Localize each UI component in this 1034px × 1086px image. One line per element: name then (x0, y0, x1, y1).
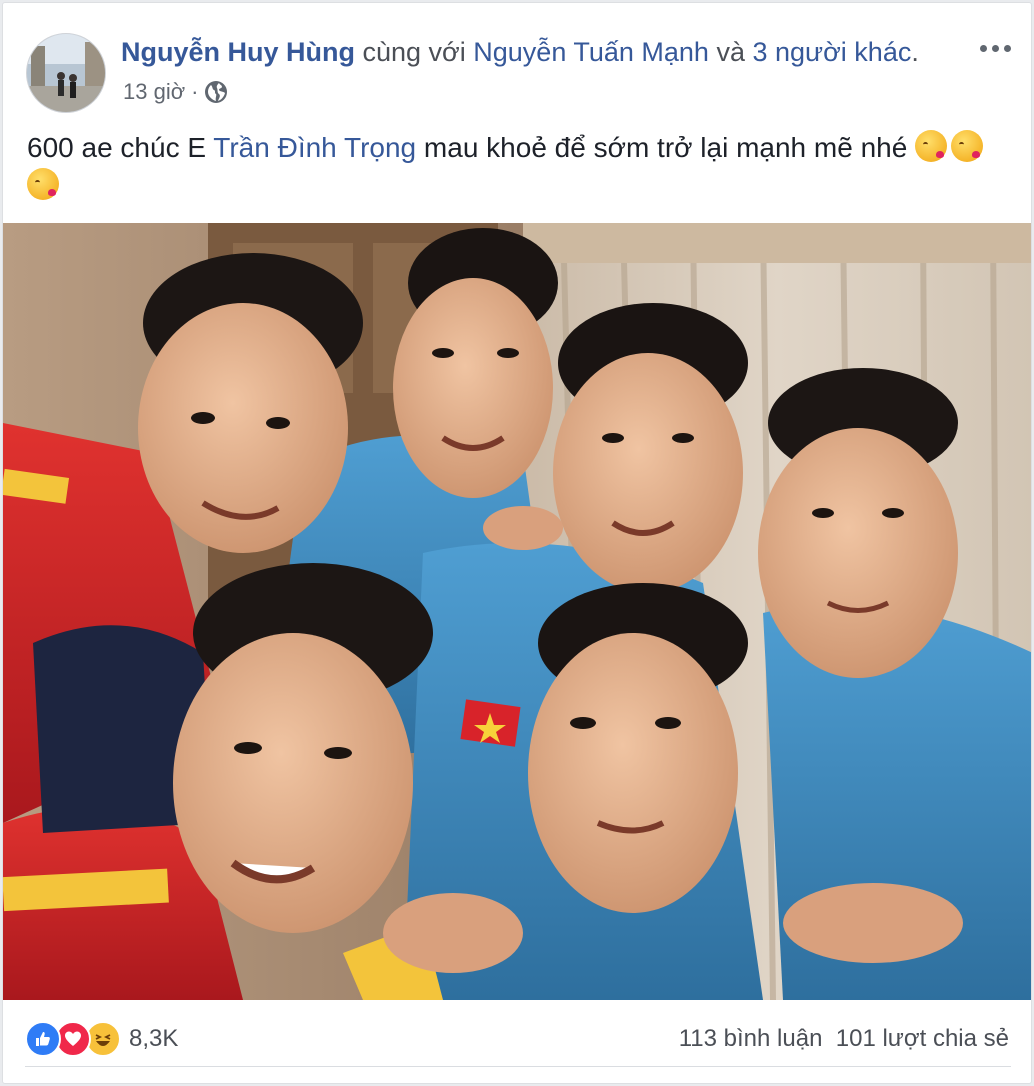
meta-separator: · (191, 79, 199, 104)
post-header: Nguyễn Huy Hùng cùng với Nguyễn Tuấn Mạn… (121, 37, 919, 68)
reactions-summary[interactable]: 8,3K (25, 1021, 178, 1057)
kissing-heart-emoji-icon (915, 130, 948, 162)
more-options-icon (979, 44, 987, 52)
reaction-count[interactable]: 8,3K (129, 1025, 178, 1053)
like-icon (25, 1021, 61, 1057)
comments-count-link[interactable]: 113 bình luận (679, 1025, 823, 1052)
mention-link[interactable]: Trần Đình Trọng (213, 132, 416, 163)
globe-icon[interactable] (204, 80, 228, 104)
period-text: . (911, 37, 919, 67)
post-photo[interactable] (3, 223, 1031, 1000)
post-timestamp[interactable]: 13 giờ (123, 79, 185, 105)
tagged-friend-link[interactable]: Nguyễn Tuấn Mạnh (473, 37, 709, 67)
others-link[interactable]: 3 người khác (752, 37, 911, 67)
post-meta: 13 giờ · (123, 79, 228, 105)
message-text-before: 600 ae chúc E (27, 132, 214, 163)
engagement-stats: 113 bình luận 101 lượt chia sẻ (679, 1025, 1009, 1053)
author-name-link[interactable]: Nguyễn Huy Hùng (121, 37, 355, 67)
more-options-dot (991, 44, 999, 52)
and-text: và (708, 37, 753, 67)
more-options-button[interactable] (973, 33, 1017, 63)
message-text-after: mau khoẻ để sớm trở lại mạnh mẽ nhé (416, 132, 916, 163)
kissing-heart-emoji-icon (951, 130, 984, 162)
post-message: 600 ae chúc E Trần Đình Trọng mau khoẻ đ… (27, 129, 1017, 205)
post-card: Nguyễn Huy Hùng cùng với Nguyễn Tuấn Mạn… (2, 2, 1032, 1084)
footer-divider (25, 1066, 1011, 1067)
with-text: cùng với (355, 37, 474, 67)
more-options-dot (1003, 44, 1011, 52)
kissing-heart-emoji-icon (27, 168, 59, 200)
author-avatar[interactable] (26, 33, 106, 113)
post-footer: 8,3K 113 bình luận 101 lượt chia sẻ (3, 1011, 1031, 1071)
shares-count-link[interactable]: 101 lượt chia sẻ (836, 1025, 1009, 1052)
